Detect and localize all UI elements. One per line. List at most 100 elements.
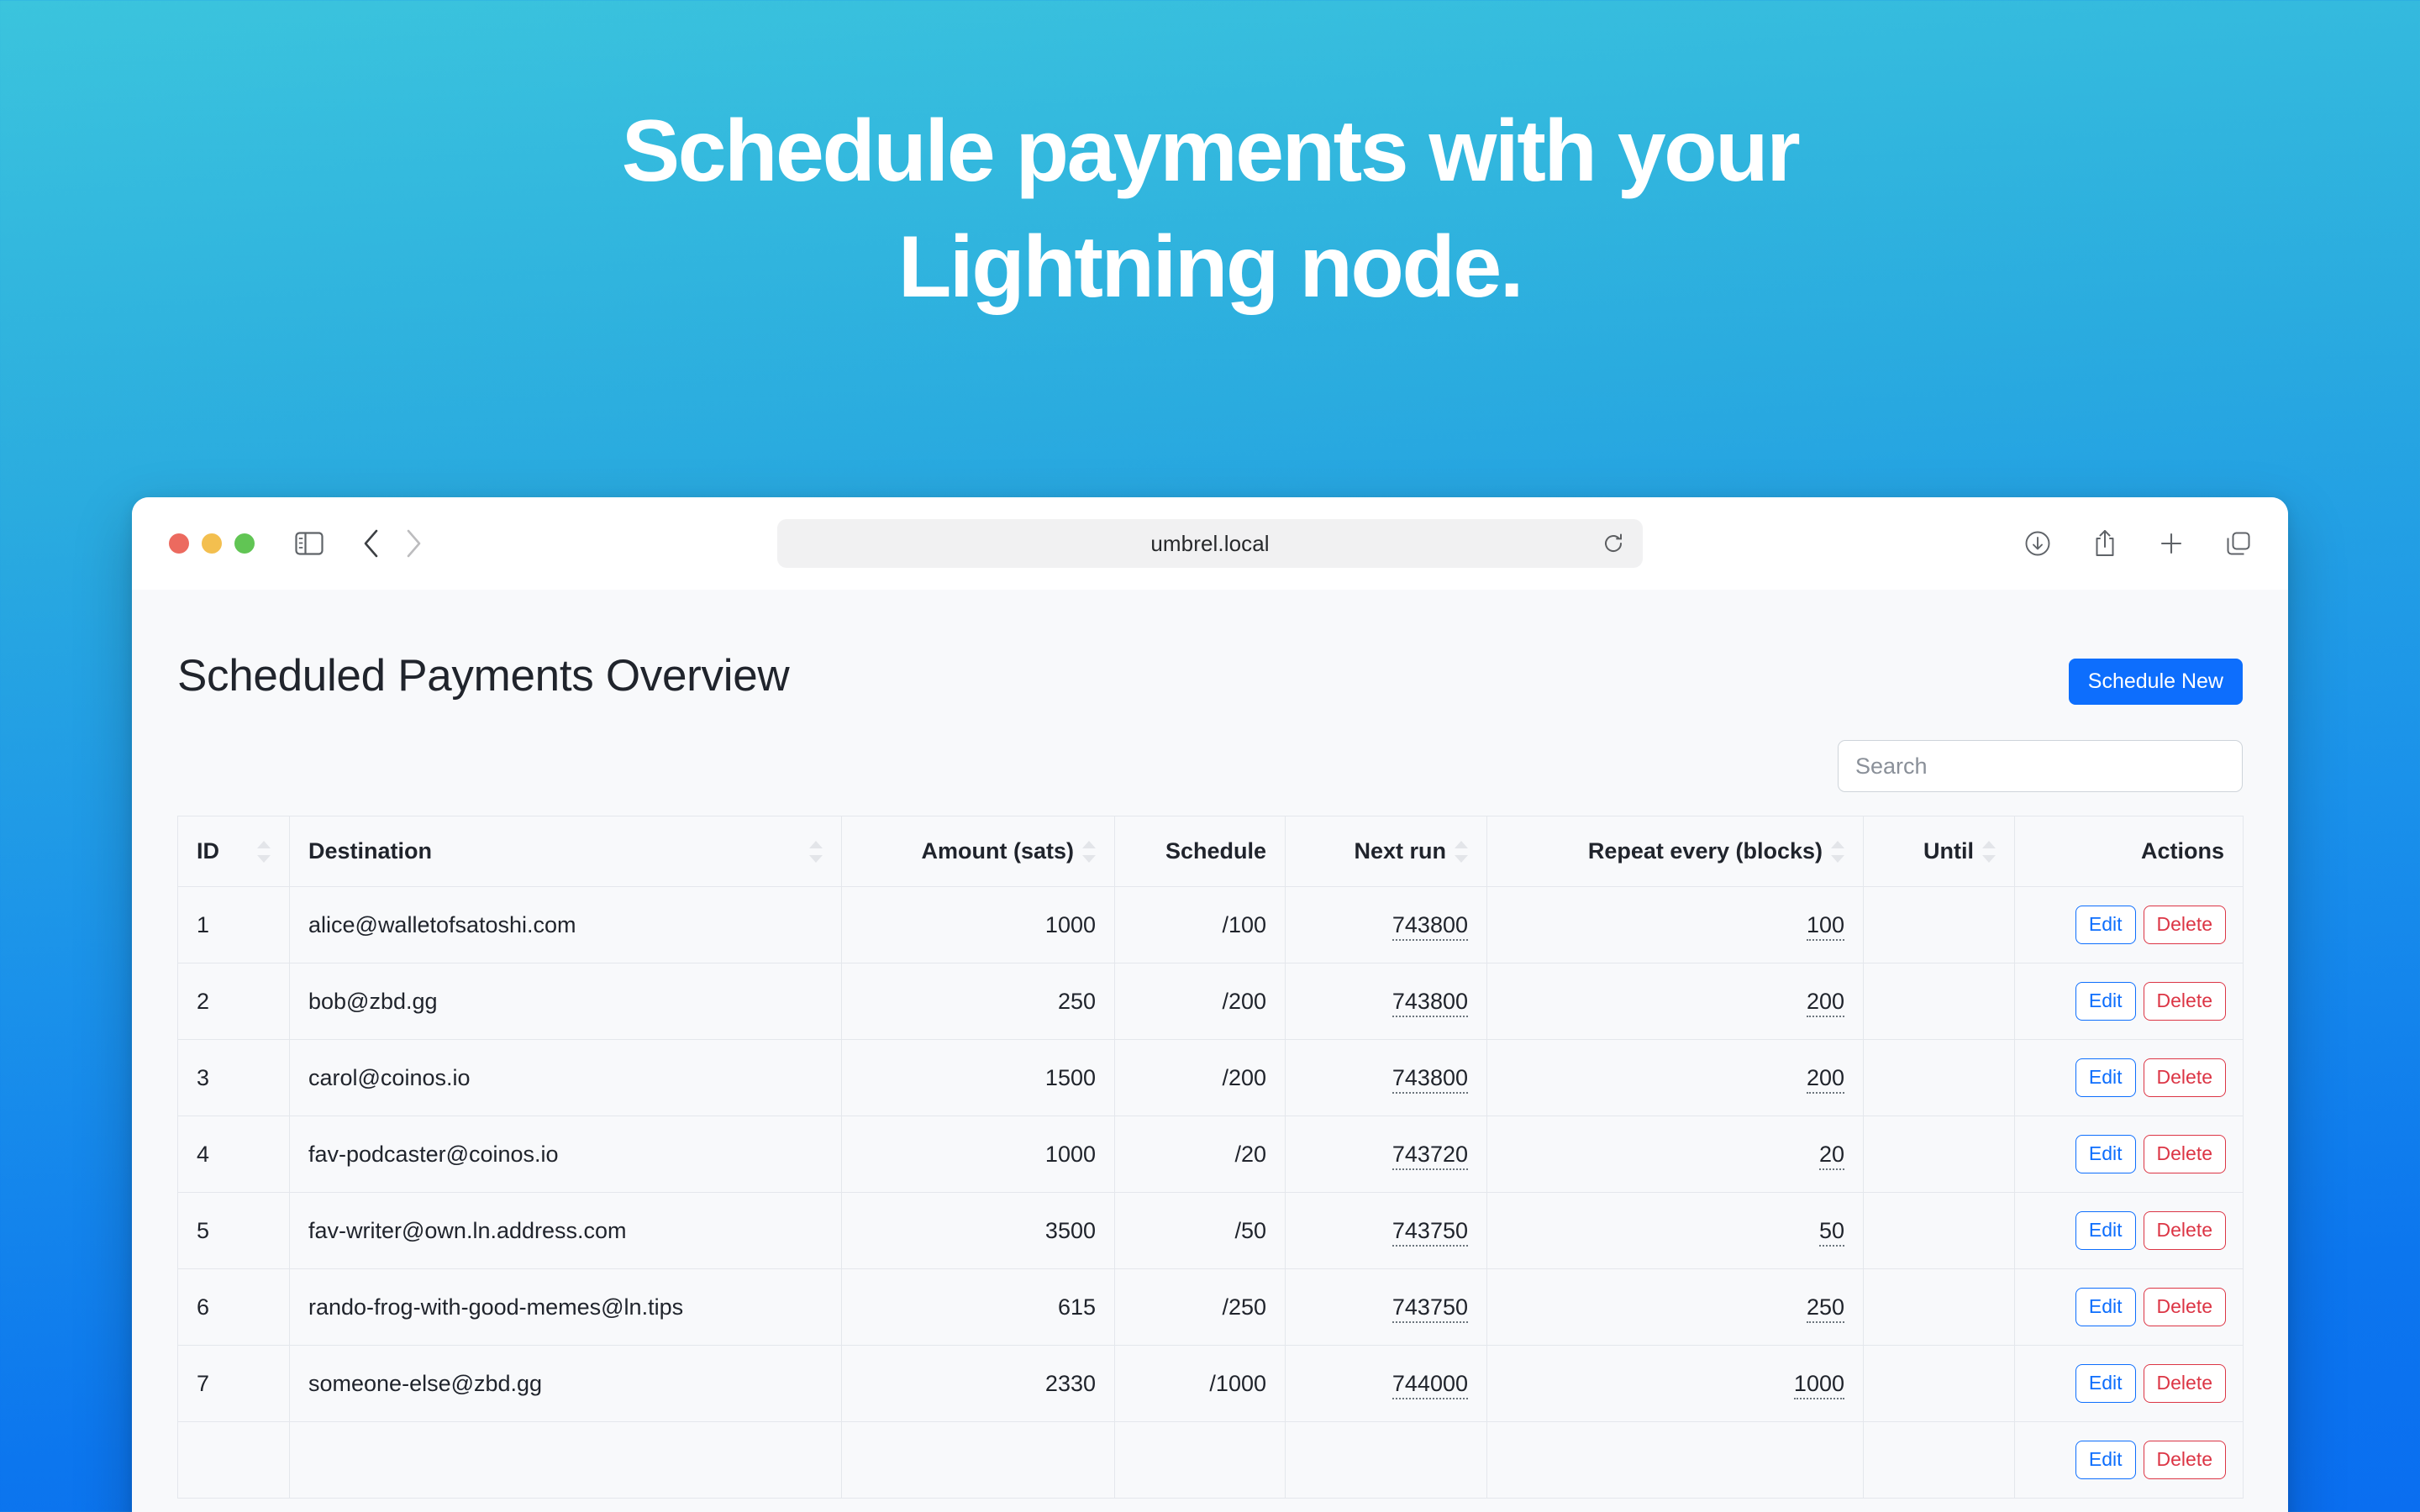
downloads-icon[interactable]	[2024, 530, 2051, 557]
forward-chevron-icon[interactable]	[404, 528, 423, 559]
cell-destination	[289, 1421, 842, 1499]
cell-actions: Edit Delete	[2014, 1421, 2244, 1499]
sort-icon[interactable]	[257, 840, 271, 863]
edit-button[interactable]: Edit	[2075, 982, 2136, 1021]
cell-id: 1	[177, 886, 290, 964]
cell-next-run: 744000	[1285, 1345, 1487, 1423]
cell-actions: Edit Delete	[2014, 963, 2244, 1041]
minimize-window-button[interactable]	[202, 533, 222, 554]
delete-button[interactable]: Delete	[2143, 982, 2226, 1021]
row-actions: Edit Delete	[2033, 1058, 2226, 1098]
table-row: 7 someone-else@zbd.gg 2330/1000 744000 1000 E…	[177, 1345, 2244, 1423]
cell-amount: 1500	[841, 1039, 1115, 1117]
edit-button[interactable]: Edit	[2075, 1058, 2136, 1098]
schedule-new-button[interactable]: Schedule New	[2068, 659, 2243, 706]
cell-next-run-value[interactable]: 743800	[1392, 911, 1468, 941]
column-header-until-label: Until	[1923, 838, 1974, 864]
delete-button[interactable]: Delete	[2143, 906, 2226, 945]
row-actions: Edit Delete	[2033, 1135, 2226, 1174]
delete-button[interactable]: Delete	[2143, 1441, 2226, 1480]
search-row	[177, 740, 2243, 793]
cell-schedule: /250	[1114, 1268, 1286, 1347]
cell-repeat-every-value[interactable]: 20	[1818, 1141, 1844, 1170]
cell-next-run-value[interactable]: 743800	[1392, 1064, 1468, 1094]
edit-button[interactable]: Edit	[2075, 1135, 2136, 1174]
cell-schedule: /1000	[1114, 1345, 1286, 1423]
tab-overview-icon[interactable]	[2226, 531, 2251, 556]
delete-button[interactable]: Delete	[2143, 1364, 2226, 1404]
cell-repeat-every-value[interactable]: 200	[1806, 1064, 1844, 1094]
sort-icon[interactable]	[1455, 840, 1468, 863]
cell-destination: bob@zbd.gg	[289, 963, 842, 1041]
scheduled-payments-table: ID Destination Amount (sats) Schedule Ne…	[177, 816, 2244, 1499]
browser-toolbar: umbrel.local	[132, 497, 2288, 590]
column-header-id[interactable]: ID	[177, 816, 290, 888]
cell-destination: alice@walletofsatoshi.com	[289, 886, 842, 964]
cell-id: 2	[177, 963, 290, 1041]
cell-next-run-value[interactable]: 743750	[1392, 1294, 1468, 1323]
back-chevron-icon[interactable]	[362, 528, 381, 559]
table-header-row: ID Destination Amount (sats) Schedule Ne…	[177, 816, 2244, 888]
sort-icon[interactable]	[1831, 840, 1844, 863]
cell-repeat-every-value[interactable]: 1000	[1793, 1370, 1844, 1399]
cell-id: 4	[177, 1116, 290, 1194]
edit-button[interactable]: Edit	[2075, 906, 2136, 945]
cell-until	[1863, 1268, 2015, 1347]
edit-button[interactable]: Edit	[2075, 1364, 2136, 1404]
column-header-destination[interactable]: Destination	[289, 816, 842, 888]
sort-icon[interactable]	[1982, 840, 1996, 863]
sort-icon[interactable]	[1082, 840, 1096, 863]
cell-until	[1863, 886, 2015, 964]
close-window-button[interactable]	[169, 533, 189, 554]
hero-line-2: Lightning node.	[897, 218, 1524, 316]
delete-button[interactable]: Delete	[2143, 1058, 2226, 1098]
share-icon[interactable]	[2093, 529, 2117, 558]
cell-repeat-every-value[interactable]: 250	[1806, 1294, 1844, 1323]
cell-next-run-value[interactable]: 743720	[1392, 1141, 1468, 1170]
cell-until	[1863, 1192, 2015, 1270]
payments-table-wrapper: ID Destination Amount (sats) Schedule Ne…	[177, 816, 2244, 1499]
column-header-repeat-every[interactable]: Repeat every (blocks)	[1486, 816, 1864, 888]
row-actions: Edit Delete	[2033, 982, 2226, 1021]
cell-repeat-every: 20	[1486, 1116, 1864, 1194]
row-actions: Edit Delete	[2033, 1288, 2226, 1327]
cell-repeat-every-value[interactable]: 50	[1818, 1217, 1844, 1247]
cell-id: 3	[177, 1039, 290, 1117]
plus-icon[interactable]	[2159, 531, 2184, 556]
column-header-next-run[interactable]: Next run	[1285, 816, 1487, 888]
column-header-actions-label: Actions	[2140, 838, 2224, 864]
column-header-amount-label: Amount (sats)	[921, 838, 1075, 864]
search-input[interactable]	[1838, 740, 2243, 793]
maximize-window-button[interactable]	[234, 533, 255, 554]
cell-until	[1863, 1345, 2015, 1423]
edit-button[interactable]: Edit	[2075, 1211, 2136, 1251]
column-header-id-label: ID	[197, 838, 219, 864]
sidebar-toggle-icon[interactable]	[295, 532, 324, 555]
cell-amount: 1000	[841, 886, 1115, 964]
cell-next-run-value[interactable]: 744000	[1392, 1370, 1468, 1399]
edit-button[interactable]: Edit	[2075, 1288, 2136, 1327]
delete-button[interactable]: Delete	[2143, 1135, 2226, 1174]
cell-actions: Edit Delete	[2014, 886, 2244, 964]
cell-repeat-every-value[interactable]: 200	[1806, 988, 1844, 1017]
cell-repeat-every-value[interactable]: 100	[1806, 911, 1844, 941]
row-actions: Edit Delete	[2033, 1211, 2226, 1251]
cell-next-run-value[interactable]: 743750	[1392, 1217, 1468, 1247]
cell-next-run-value[interactable]: 743800	[1392, 988, 1468, 1017]
address-bar[interactable]: umbrel.local	[777, 519, 1643, 568]
cell-next-run	[1285, 1421, 1487, 1499]
column-header-amount[interactable]: Amount (sats)	[841, 816, 1115, 888]
cell-id: 5	[177, 1192, 290, 1270]
table-row: 1 alice@walletofsatoshi.com 1000/100 743800…	[177, 886, 2244, 964]
column-header-until[interactable]: Until	[1863, 816, 2015, 888]
cell-actions: Edit Delete	[2014, 1345, 2244, 1423]
sort-icon[interactable]	[809, 840, 823, 863]
web-page-content: Scheduled Payments Overview Schedule New	[132, 590, 2288, 1512]
edit-button[interactable]: Edit	[2075, 1441, 2136, 1480]
cell-amount: 1000	[841, 1116, 1115, 1194]
row-actions: Edit Delete	[2033, 906, 2226, 945]
delete-button[interactable]: Delete	[2143, 1288, 2226, 1327]
reload-icon[interactable]	[1602, 533, 1624, 554]
delete-button[interactable]: Delete	[2143, 1211, 2226, 1251]
cell-amount	[841, 1421, 1115, 1499]
